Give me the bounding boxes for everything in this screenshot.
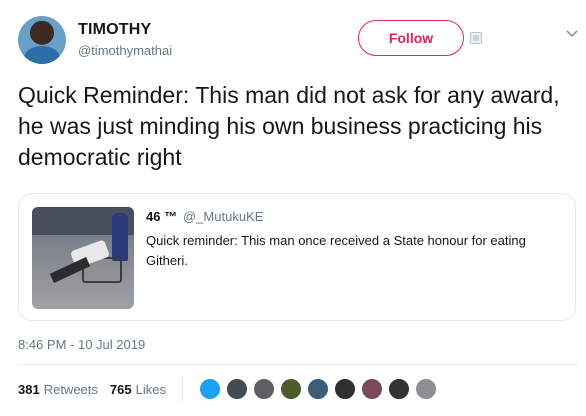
tweet-text: Quick Reminder: This man did not ask for… <box>18 82 560 170</box>
likes-label: Likes <box>135 381 166 397</box>
avatar[interactable] <box>18 16 66 64</box>
liker-avatar[interactable] <box>198 378 221 400</box>
liker-avatar[interactable] <box>414 378 437 400</box>
author-handle[interactable]: @timothymathai <box>78 43 172 58</box>
liker-avatar[interactable] <box>360 378 383 400</box>
liker-avatar[interactable] <box>387 378 410 400</box>
liker-avatar[interactable] <box>333 378 356 400</box>
stats-separator <box>181 376 183 402</box>
quoted-tweet-image[interactable] <box>32 207 134 309</box>
liker-avatar[interactable] <box>252 378 275 400</box>
tweet-timestamp[interactable]: 8:46 PM - 10 Jul 2019 <box>18 337 145 352</box>
retweets-label: Retweets <box>43 381 98 397</box>
likes-count: 765 <box>109 381 132 397</box>
retweets-stat[interactable]: 381 Retweets <box>18 382 98 397</box>
chevron-down-icon[interactable] <box>564 26 580 42</box>
liker-avatar[interactable] <box>306 378 329 400</box>
retweets-count: 381 <box>18 381 40 397</box>
likes-stat[interactable]: 765 Likes <box>110 382 166 397</box>
quoted-tweet[interactable]: 46 ™ @_MutukuKE Quick reminder: This man… <box>18 193 576 321</box>
tweet-header: TIMOTHY @timothymathai Follow <box>18 16 578 66</box>
quoted-tweet-text: Quick reminder: This man once received a… <box>146 233 526 268</box>
tweet-card: TIMOTHY @timothymathai Follow Quick Remi… <box>0 0 586 416</box>
placeholder-image-icon <box>470 32 482 44</box>
liker-avatars <box>198 378 442 400</box>
tweet-stats: 381 Retweets 765 Likes <box>18 376 442 402</box>
liker-avatar[interactable] <box>279 378 302 400</box>
divider <box>18 364 578 365</box>
author-name[interactable]: TIMOTHY <box>78 21 151 39</box>
liker-avatar[interactable] <box>225 378 248 400</box>
quoted-author-handle: @_MutukuKE <box>183 209 264 224</box>
follow-button[interactable]: Follow <box>358 20 464 56</box>
quoted-author-name: 46 ™ <box>146 209 178 224</box>
